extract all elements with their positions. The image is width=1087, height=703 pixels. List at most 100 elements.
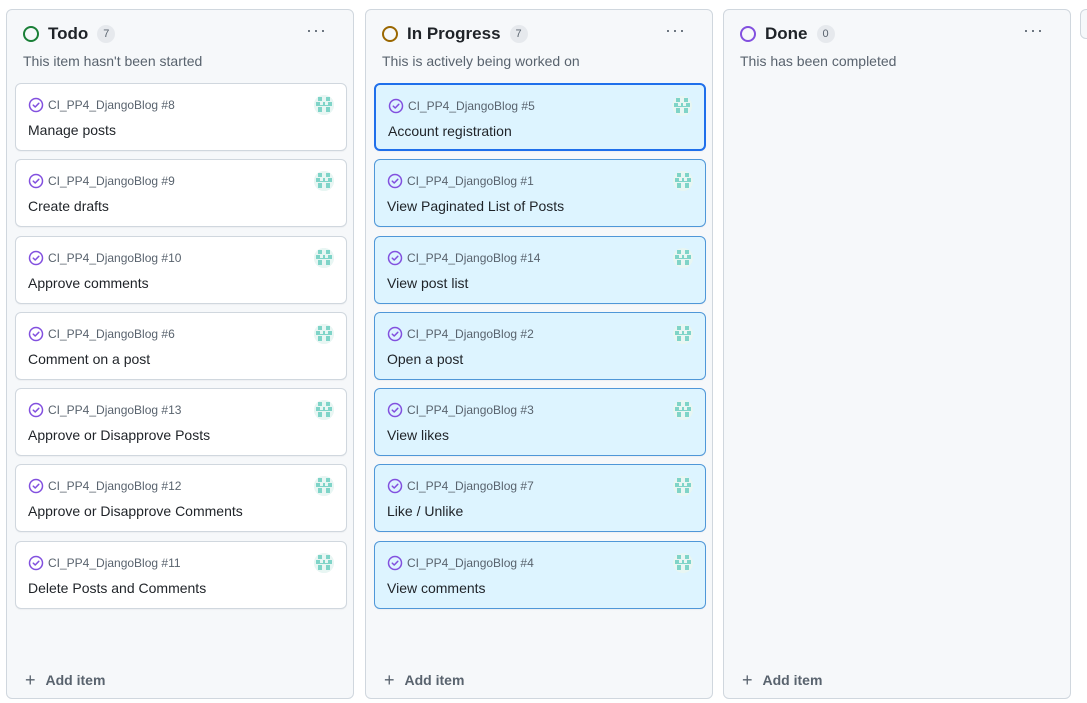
issue-closed-icon — [28, 174, 44, 189]
issue-closed-icon — [28, 326, 44, 342]
issue-card[interactable]: CI_PP4_DjangoBlog #13 Approve or Disappr… — [15, 388, 347, 457]
add-item-label: Add item — [404, 672, 465, 688]
card-repo-link[interactable]: CI_PP4_DjangoBlog #14 — [407, 251, 540, 265]
issue-closed-icon — [28, 555, 44, 571]
assignee-avatar[interactable] — [673, 476, 693, 497]
issue-card[interactable]: CI_PP4_DjangoBlog #7 Like / Unlike — [374, 464, 706, 533]
issue-card[interactable]: CI_PP4_DjangoBlog #3 View likes — [374, 388, 706, 457]
column-title: Done — [765, 24, 808, 43]
card-repo-link[interactable]: CI_PP4_DjangoBlog #6 — [48, 327, 175, 341]
card-title[interactable]: Account registration — [388, 123, 512, 139]
card-repo-link[interactable]: CI_PP4_DjangoBlog #3 — [407, 403, 534, 417]
card-repo-link[interactable]: CI_PP4_DjangoBlog #7 — [407, 479, 534, 493]
item-count-badge: 0 — [816, 25, 835, 43]
card-title[interactable]: Comment on a post — [28, 351, 150, 367]
issue-card[interactable]: CI_PP4_DjangoBlog #12 Approve or Disappr… — [15, 464, 347, 533]
assignee-avatar[interactable] — [672, 96, 692, 116]
plus-icon: + — [25, 670, 36, 690]
card-title[interactable]: View likes — [387, 427, 449, 443]
issue-closed-icon — [28, 97, 44, 113]
card-repo-link[interactable]: CI_PP4_DjangoBlog #12 — [48, 479, 181, 493]
add-item-label: Add item — [762, 672, 823, 688]
issue-card[interactable]: CI_PP4_DjangoBlog #11 Delete Posts and C… — [15, 540, 347, 609]
assignee-avatar[interactable] — [314, 552, 334, 573]
card-title[interactable]: Create drafts — [28, 198, 109, 214]
assignee-avatar[interactable] — [673, 171, 693, 192]
column-header: Done 0 — [740, 24, 835, 44]
card-title[interactable]: View comments — [387, 580, 486, 596]
column-menu-icon[interactable]: ··· — [1023, 21, 1044, 39]
item-count-badge: 7 — [509, 25, 528, 43]
card-title[interactable]: Approve or Disapprove Posts — [28, 427, 210, 443]
column-done: Done 0 ··· This has been completed + Add… — [723, 9, 1071, 699]
issue-closed-icon — [28, 479, 44, 494]
status-circle-icon — [382, 26, 398, 42]
issue-card[interactable]: CI_PP4_DjangoBlog #10 Approve comments — [15, 235, 347, 304]
issue-card[interactable]: CI_PP4_DjangoBlog #2 Open a post — [374, 311, 706, 380]
card-title[interactable]: View post list — [387, 275, 468, 291]
assignee-avatar[interactable] — [314, 323, 334, 344]
item-count-badge: 7 — [97, 25, 116, 43]
add-item-button[interactable]: + Add item — [742, 670, 823, 690]
card-repo-link[interactable]: CI_PP4_DjangoBlog #5 — [408, 99, 535, 113]
card-title[interactable]: View Paginated List of Posts — [387, 198, 564, 214]
column-menu-icon[interactable]: ··· — [306, 21, 327, 39]
issue-card[interactable]: CI_PP4_DjangoBlog #8 Manage posts — [15, 83, 347, 151]
issue-card[interactable]: CI_PP4_DjangoBlog #14 View post list — [374, 235, 706, 304]
column-description: This item hasn't been started — [23, 53, 203, 69]
card-list: CI_PP4_DjangoBlog #8 Manage posts CI_PP4… — [15, 83, 347, 617]
card-repo-link[interactable]: CI_PP4_DjangoBlog #11 — [48, 556, 181, 570]
issue-closed-icon — [388, 98, 404, 114]
assignee-avatar[interactable] — [314, 247, 334, 268]
assignee-avatar[interactable] — [314, 476, 334, 497]
issue-card[interactable]: CI_PP4_DjangoBlog #1 View Paginated List… — [374, 159, 706, 228]
card-title[interactable]: Manage posts — [28, 122, 116, 138]
issue-closed-icon — [387, 402, 403, 418]
add-item-button[interactable]: + Add item — [384, 670, 465, 690]
card-title[interactable]: Like / Unlike — [387, 503, 463, 519]
issue-closed-icon — [387, 326, 403, 342]
issue-closed-icon — [28, 402, 44, 418]
card-repo-link[interactable]: CI_PP4_DjangoBlog #10 — [48, 251, 181, 265]
column-description: This has been completed — [740, 53, 897, 69]
next-column-edge[interactable] — [1080, 9, 1087, 39]
column-title: In Progress — [407, 24, 501, 43]
card-title[interactable]: Approve comments — [28, 275, 149, 291]
card-title[interactable]: Open a post — [387, 351, 463, 367]
card-repo-link[interactable]: CI_PP4_DjangoBlog #4 — [407, 556, 534, 570]
card-list: CI_PP4_DjangoBlog #5 Account registratio… — [374, 83, 706, 617]
add-item-label: Add item — [45, 672, 106, 688]
status-circle-icon — [740, 26, 756, 42]
assignee-avatar[interactable] — [673, 400, 693, 421]
plus-icon: + — [742, 670, 753, 690]
issue-card[interactable]: CI_PP4_DjangoBlog #6 Comment on a post — [15, 311, 347, 380]
card-repo-link[interactable]: CI_PP4_DjangoBlog #9 — [48, 174, 175, 188]
card-title[interactable]: Delete Posts and Comments — [28, 580, 206, 596]
card-repo-link[interactable]: CI_PP4_DjangoBlog #13 — [48, 403, 181, 417]
assignee-avatar[interactable] — [673, 552, 693, 573]
issue-closed-icon — [387, 250, 403, 265]
column-menu-icon[interactable]: ··· — [665, 21, 686, 39]
assignee-avatar[interactable] — [314, 95, 334, 115]
column-description: This is actively being worked on — [382, 53, 580, 69]
card-repo-link[interactable]: CI_PP4_DjangoBlog #2 — [407, 327, 534, 341]
add-item-button[interactable]: + Add item — [25, 670, 106, 690]
issue-card[interactable]: CI_PP4_DjangoBlog #9 Create drafts — [15, 159, 347, 228]
issue-card[interactable]: CI_PP4_DjangoBlog #4 View comments — [374, 540, 706, 609]
column-in-progress: In Progress 7 ··· This is actively being… — [365, 9, 713, 699]
plus-icon: + — [384, 670, 395, 690]
issue-card[interactable]: CI_PP4_DjangoBlog #5 Account registratio… — [374, 83, 706, 151]
assignee-avatar[interactable] — [314, 171, 334, 192]
status-circle-icon — [23, 26, 39, 42]
column-header: Todo 7 — [23, 24, 116, 44]
assignee-avatar[interactable] — [673, 323, 693, 344]
assignee-avatar[interactable] — [673, 247, 693, 268]
card-repo-link[interactable]: CI_PP4_DjangoBlog #8 — [48, 98, 175, 112]
column-title: Todo — [48, 24, 89, 43]
card-repo-link[interactable]: CI_PP4_DjangoBlog #1 — [407, 174, 534, 188]
assignee-avatar[interactable] — [314, 400, 334, 421]
card-title[interactable]: Approve or Disapprove Comments — [28, 503, 243, 519]
issue-closed-icon — [387, 479, 403, 494]
column-header: In Progress 7 — [382, 24, 528, 44]
issue-closed-icon — [387, 174, 403, 189]
